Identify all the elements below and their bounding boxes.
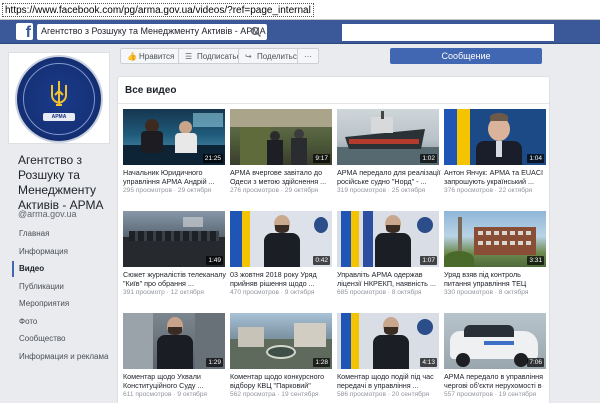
- topbar-blank-area: [342, 24, 554, 41]
- video-thumbnail[interactable]: 1:29: [123, 313, 225, 369]
- share-label: Поделиться: [257, 52, 302, 61]
- video-meta: 391 просмотр · 12 октября: [123, 289, 204, 296]
- video-title[interactable]: Управлiть АРМА одержав ліцензії НКРЕКП, …: [337, 270, 441, 288]
- like-button[interactable]: 👍 Нравится: [120, 48, 182, 64]
- share-icon: ↪: [245, 52, 252, 61]
- video-title[interactable]: АРМА вчергове завітало до Одеси з метою …: [230, 168, 334, 186]
- page-title[interactable]: Агентство з Розшуку та Менеджменту Актив…: [18, 153, 118, 213]
- video-duration: 1:49: [206, 256, 223, 265]
- divider: [118, 103, 549, 104]
- section-title: Все видео: [125, 85, 177, 96]
- video-title[interactable]: АРМА передало в управління чергові об'єк…: [444, 372, 548, 390]
- video-meta: 611 просмотров · 9 октября: [123, 391, 207, 398]
- facebook-logo-icon[interactable]: f: [16, 23, 33, 41]
- video-title[interactable]: 03 жовтня 2018 року Уряд прийняв рішення…: [230, 270, 334, 288]
- video-thumbnail[interactable]: 9:17: [230, 109, 332, 165]
- video-duration: 7:06: [527, 358, 544, 367]
- video-duration: 1:04: [527, 154, 544, 163]
- video-title[interactable]: Коментар щодо конкурсного відбору КВЦ "П…: [230, 372, 334, 390]
- video-duration: 1:02: [420, 154, 437, 163]
- video-meta: 470 просмотров · 9 октября: [230, 289, 315, 296]
- video-title[interactable]: Коментар щодо подій під час передачі в у…: [337, 372, 441, 390]
- message-button[interactable]: Сообщение: [390, 48, 542, 64]
- follow-icon: ☰: [185, 52, 193, 61]
- video-duration: 3:31: [527, 256, 544, 265]
- message-label: Сообщение: [441, 51, 491, 61]
- more-label: ···: [304, 52, 312, 61]
- video-thumbnail[interactable]: 0:42: [230, 211, 332, 267]
- video-duration: 9:17: [313, 154, 330, 163]
- video-thumbnail[interactable]: 7:06: [444, 313, 546, 369]
- video-title[interactable]: Уряд взяв під контроль питання управлінн…: [444, 270, 548, 288]
- video-duration: 21:25: [202, 154, 223, 163]
- video-duration: 1:28: [313, 358, 330, 367]
- video-title[interactable]: Начальник Юридичного управління АРМА Анд…: [123, 168, 227, 186]
- arma-logo[interactable]: АРМА: [15, 55, 103, 143]
- video-thumbnail[interactable]: 1:49: [123, 211, 225, 267]
- like-label: Нравится: [139, 52, 175, 61]
- video-meta: 295 просмотров · 29 октября: [123, 187, 212, 194]
- video-duration: 4:13: [420, 358, 437, 367]
- facebook-logo-letter: f: [25, 24, 31, 41]
- video-thumbnail[interactable]: 1:07: [337, 211, 439, 267]
- nav-item-photos[interactable]: Фото: [12, 314, 112, 330]
- all-videos-card: Все видео 21:25 Начальник Юридичного упр…: [117, 76, 550, 403]
- video-duration: 0:42: [313, 256, 330, 265]
- nav-item-posts[interactable]: Публикации: [12, 279, 112, 295]
- search-icon[interactable]: [250, 26, 262, 38]
- video-title[interactable]: Коментар щодо Ухвали Конституційного Суд…: [123, 372, 227, 390]
- video-meta: 562 просмотра · 19 сентября: [230, 391, 319, 398]
- search-input[interactable]: Агентство з Розшуку та Менеджменту Актив…: [37, 24, 267, 40]
- video-thumbnail[interactable]: 1:28: [230, 313, 332, 369]
- nav-item-community[interactable]: Сообщество: [12, 331, 112, 347]
- page-handle[interactable]: @arma.gov.ua: [18, 209, 77, 219]
- video-meta: 557 просмотров · 19 сентября: [444, 391, 537, 398]
- video-thumbnail[interactable]: 21:25: [123, 109, 225, 165]
- video-duration: 1:07: [420, 256, 437, 265]
- nav-item-about[interactable]: Информация: [12, 244, 112, 260]
- nav-item-info-ads[interactable]: Информация и реклама: [12, 349, 112, 365]
- video-thumbnail[interactable]: 3:31: [444, 211, 546, 267]
- video-meta: 330 просмотров · 8 октября: [444, 289, 529, 296]
- video-thumbnail[interactable]: 1:04: [444, 109, 546, 165]
- nav-item-videos[interactable]: Видео: [12, 261, 112, 277]
- logo-banner: АРМА: [43, 113, 75, 121]
- address-bar[interactable]: https://www.facebook.com/pg/arma.gov.ua/…: [0, 0, 600, 20]
- video-duration: 1:29: [206, 358, 223, 367]
- more-button[interactable]: ···: [297, 48, 319, 64]
- video-thumbnail[interactable]: 1:02: [337, 109, 439, 165]
- video-thumbnail[interactable]: 4:13: [337, 313, 439, 369]
- video-meta: 276 просмотров · 29 октября: [230, 187, 319, 194]
- thumbs-up-icon: 👍: [127, 52, 137, 61]
- video-meta: 586 просмотров · 20 сентября: [337, 391, 430, 398]
- video-title[interactable]: Антон Янчук: АРМА та EUACI запрошують ук…: [444, 168, 548, 186]
- nav-item-home[interactable]: Главная: [12, 226, 112, 242]
- video-title[interactable]: АРМА передало для реалізації російське с…: [337, 168, 441, 186]
- video-meta: 319 просмотров · 25 октября: [337, 187, 426, 194]
- facebook-topbar: f Агентство з Розшуку та Менеджменту Акт…: [0, 20, 600, 44]
- video-title[interactable]: Сюжет журналістів телеканалу "Київ" про …: [123, 270, 227, 288]
- video-meta: 685 просмотров · 8 октября: [337, 289, 422, 296]
- video-meta: 376 просмотров · 22 октября: [444, 187, 533, 194]
- trident-icon: [51, 81, 67, 106]
- address-url[interactable]: https://www.facebook.com/pg/arma.gov.ua/…: [2, 3, 314, 17]
- search-text: Агентство з Розшуку та Менеджменту Актив…: [41, 26, 266, 36]
- nav-item-events[interactable]: Мероприятия: [12, 296, 112, 312]
- page-nav: Главная Информация Видео Публикации Меро…: [12, 226, 112, 366]
